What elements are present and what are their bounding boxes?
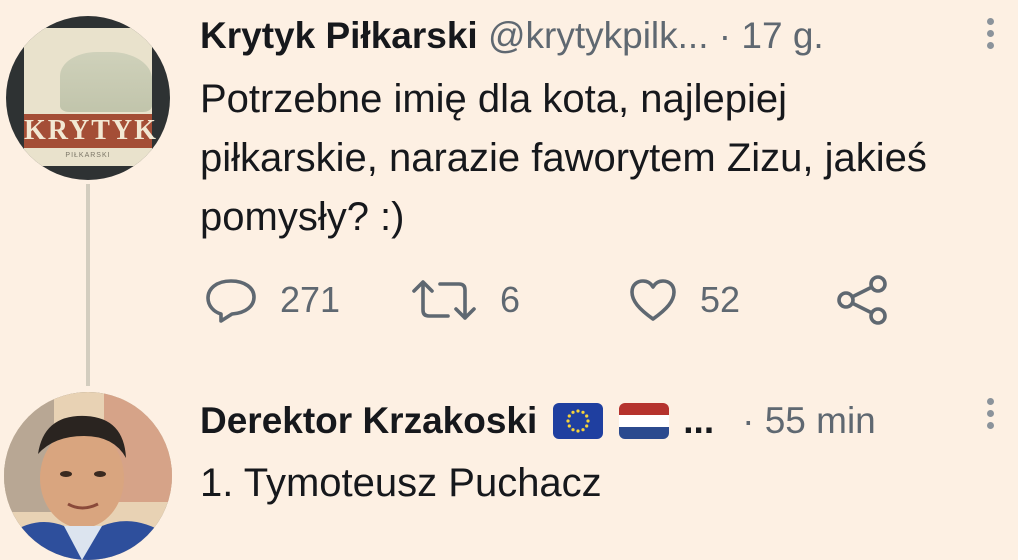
reply-count: 271: [280, 279, 341, 320]
tweet-text: Potrzebne imię dla kota, najlepiej piłka…: [200, 77, 927, 239]
reply-button[interactable]: 271: [204, 272, 340, 328]
timestamp[interactable]: · 17 g.: [719, 15, 824, 56]
thread-connector-line: [86, 184, 90, 386]
like-button[interactable]: 52: [628, 272, 740, 328]
avatar-logo-text: KRYTYK: [24, 114, 158, 148]
share-icon: [837, 275, 887, 325]
timestamp[interactable]: · 55 min: [742, 398, 876, 444]
tweet-header: Derektor Krzakoski ... · 55 min: [200, 398, 876, 444]
name-ellipsis: ...: [683, 400, 715, 441]
retweet-button[interactable]: 6: [410, 272, 520, 328]
retweet-icon: [412, 280, 476, 320]
avatar-photo: [4, 392, 172, 560]
user-handle[interactable]: @krytykpilk...: [488, 15, 709, 56]
display-name[interactable]: Krytyk Piłkarski: [200, 15, 478, 56]
more-options-icon[interactable]: [984, 18, 996, 49]
display-name[interactable]: Derektor Krzakoski: [200, 398, 537, 444]
tweet-text: 1. Tymoteusz Puchacz: [200, 461, 602, 505]
avatar-logo-subtext: PIŁKARSKI: [65, 152, 111, 159]
reply-icon: [206, 279, 256, 323]
retweet-count: 6: [500, 279, 521, 320]
avatar-krytyk-pilkarski[interactable]: KRYTYK PIŁKARSKI: [6, 16, 170, 180]
avatar-derektor-krzakoski[interactable]: [4, 392, 172, 560]
share-button[interactable]: [836, 272, 890, 328]
avatar-illustration: [60, 52, 152, 112]
tweet-header: Krytyk Piłkarski @krytykpilk... · 17 g.: [200, 14, 824, 58]
like-count: 52: [700, 279, 741, 320]
avatar-logo: KRYTYK PIŁKARSKI: [24, 28, 158, 166]
eu-flag-icon: [553, 403, 604, 439]
more-options-icon[interactable]: [984, 398, 996, 429]
netherlands-flag-icon: [619, 403, 670, 439]
heart-icon: [630, 279, 676, 321]
